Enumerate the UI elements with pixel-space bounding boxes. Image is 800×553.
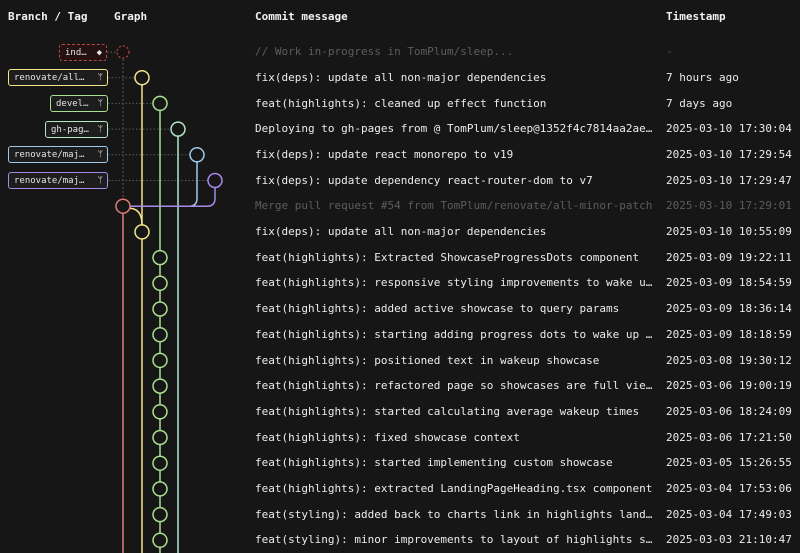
branch-icon: ᛘ	[97, 73, 103, 84]
branch-icon: ᛘ	[97, 98, 103, 109]
commit-row[interactable]: feat(highlights): Extracted ShowcaseProg…	[0, 245, 800, 271]
commit-message: fix(deps): update dependency react-route…	[255, 173, 593, 187]
commit-message: fix(deps): update all non-major dependen…	[255, 225, 547, 239]
commit-row[interactable]: feat(highlights): cleaned up effect func…	[0, 91, 800, 117]
commit-timestamp: 2025-03-04 17:49:03	[666, 507, 792, 521]
branch-tag-label: index	[65, 47, 93, 58]
commit-timestamp: 2025-03-09 18:54:59	[666, 276, 792, 290]
commit-timestamp: 2025-03-05 15:26:55	[666, 456, 792, 470]
commit-message: feat(highlights): positioned text in wak…	[255, 353, 600, 367]
commit-row[interactable]: Deploying to gh-pages from @ TomPlum/sle…	[0, 116, 800, 142]
commit-row[interactable]: feat(highlights): extracted LandingPageH…	[0, 476, 800, 502]
commit-row[interactable]: fix(deps): update dependency react-route…	[0, 168, 800, 194]
branch-icon: ᛘ	[97, 176, 103, 186]
commit-row[interactable]: // Work in-progress in TomPlum/sleep... -	[0, 39, 800, 65]
commit-message: feat(highlights): refactored page so sho…	[255, 379, 653, 393]
diamond-icon: ◆	[96, 47, 102, 58]
branch-tag-label: renovate/major-react-monorepo	[14, 150, 107, 161]
commit-row[interactable]: feat(highlights): fixed showcase context…	[0, 425, 800, 451]
commit-timestamp: 2025-03-10 10:55:09	[666, 225, 792, 239]
commit-message: fix(deps): update all non-major dependen…	[255, 70, 547, 84]
commit-message: feat(highlights): Extracted ShowcaseProg…	[255, 250, 640, 264]
commit-message: feat(highlights): fixed showcase context	[255, 430, 520, 444]
commit-message: feat(highlights): responsive styling imp…	[255, 276, 653, 290]
branch-tag-label: renovate/all-minor-patch	[14, 73, 107, 84]
commit-message: feat(highlights): started calculating av…	[255, 404, 640, 418]
commit-message: feat(styling): added back to charts link…	[255, 507, 653, 521]
commit-timestamp: 2025-03-10 17:29:47	[666, 173, 792, 187]
commit-timestamp: 2025-03-09 18:18:59	[666, 327, 792, 341]
branch-tag[interactable]: gh-pages ᛘ	[45, 120, 108, 138]
commit-row[interactable]: Merge pull request #54 from TomPlum/reno…	[0, 193, 800, 219]
commit-timestamp: -	[666, 45, 673, 59]
commit-row[interactable]: feat(styling): added back to charts link…	[0, 502, 800, 528]
branch-tag-label: gh-pages	[51, 124, 95, 135]
commit-message: Deploying to gh-pages from @ TomPlum/sle…	[255, 122, 653, 136]
commit-row[interactable]: feat(highlights): added active showcase …	[0, 296, 800, 322]
commit-message: feat(highlights): started implementing c…	[255, 456, 613, 470]
commit-timestamp: 2025-03-03 21:10:47	[666, 533, 792, 547]
commit-row[interactable]: fix(deps): update all non-major dependen…	[0, 219, 800, 245]
index-tag[interactable]: index ◆	[59, 43, 107, 61]
commit-message: feat(highlights): starting adding progre…	[255, 327, 653, 341]
commit-timestamp: 2025-03-10 17:29:01	[666, 199, 792, 213]
commit-timestamp: 2025-03-04 17:53:06	[666, 482, 792, 496]
commit-message: feat(highlights): extracted LandingPageH…	[255, 482, 653, 496]
commit-message: feat(highlights): added active showcase …	[255, 302, 620, 316]
commit-timestamp: 2025-03-06 19:00:19	[666, 379, 792, 393]
commit-timestamp: 2025-03-09 19:22:11	[666, 250, 792, 264]
commit-row[interactable]: fix(deps): update all non-major dependen…	[0, 65, 800, 91]
commit-row[interactable]: feat(highlights): started implementing c…	[0, 450, 800, 476]
branch-tag[interactable]: renovate/all-minor-patchᛘ	[8, 69, 108, 87]
commit-timestamp: 2025-03-10 17:30:04	[666, 122, 792, 136]
branch-tag[interactable]: renovate/major-react-routerᛘ	[8, 172, 108, 189]
branch-tag-label: develop	[56, 98, 94, 109]
commit-timestamp: 2025-03-10 17:29:54	[666, 147, 792, 161]
commit-timestamp: 2025-03-08 19:30:12	[666, 353, 792, 367]
commit-row[interactable]: feat(highlights): started calculating av…	[0, 399, 800, 425]
commit-message: fix(deps): update react monorepo to v19	[255, 147, 514, 161]
commit-timestamp: 2025-03-06 17:21:50	[666, 430, 792, 444]
branch-icon: ᛘ	[97, 124, 103, 135]
commit-row[interactable]: feat(highlights): responsive styling imp…	[0, 270, 800, 296]
commit-message: Merge pull request #54 from TomPlum/reno…	[255, 199, 653, 213]
commit-row[interactable]: feat(highlights): positioned text in wak…	[0, 348, 800, 374]
commit-message: feat(styling): minor improvements to lay…	[255, 533, 653, 547]
commit-timestamp: 2025-03-09 18:36:14	[666, 302, 792, 316]
branch-tag[interactable]: renovate/major-react-monorepoᛘ	[8, 146, 108, 164]
commit-message: // Work in-progress in TomPlum/sleep...	[255, 45, 514, 59]
commit-message: feat(highlights): cleaned up effect func…	[255, 96, 547, 110]
commit-timestamp: 7 hours ago	[666, 70, 739, 84]
commit-row[interactable]: feat(highlights): starting adding progre…	[0, 322, 800, 348]
commit-timestamp: 2025-03-06 18:24:09	[666, 404, 792, 418]
commit-row[interactable]: fix(deps): update react monorepo to v19 2…	[0, 142, 800, 168]
branch-icon: ᛘ	[97, 150, 103, 161]
commit-row[interactable]: feat(styling): minor improvements to lay…	[0, 527, 800, 553]
branch-tag[interactable]: develop ᛘ	[50, 94, 108, 112]
commit-timestamp: 7 days ago	[666, 96, 733, 110]
commit-row[interactable]: feat(highlights): refactored page so sho…	[0, 373, 800, 399]
branch-tag-label: renovate/major-react-router	[14, 176, 107, 186]
